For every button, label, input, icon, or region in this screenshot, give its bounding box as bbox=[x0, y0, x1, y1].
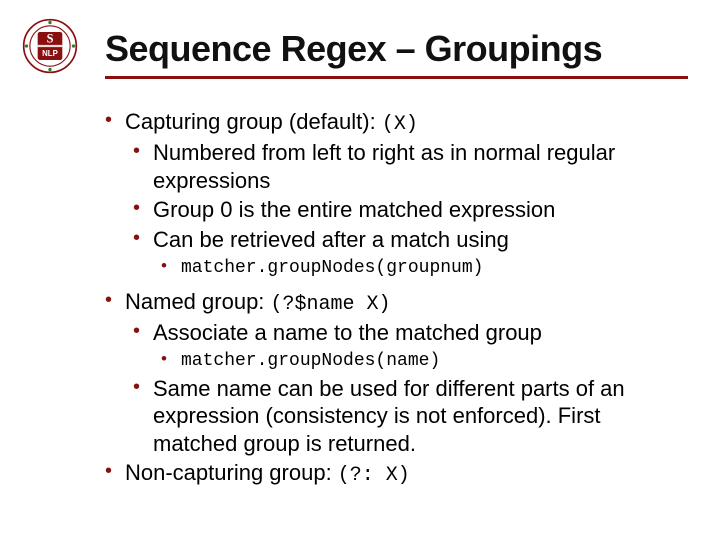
bullet-noncapturing-group: Non-capturing group: (?: X) bbox=[105, 459, 672, 488]
code-named: (?$name X) bbox=[271, 293, 391, 316]
slide-title: Sequence Regex – Groupings bbox=[105, 28, 688, 76]
bullet-assoc-code: matcher.groupNodes(name) bbox=[161, 348, 672, 373]
text-capturing-label: Capturing group (default): bbox=[125, 109, 382, 134]
bullet-capturing-group: Capturing group (default): (X) bbox=[105, 108, 672, 137]
text-named-label: Named group: bbox=[125, 289, 271, 314]
code-groupnodes-num: matcher.groupNodes(groupnum) bbox=[181, 258, 483, 278]
logo-letter-top: S bbox=[47, 32, 54, 46]
slide-body: Capturing group (default): (X) Numbered … bbox=[105, 108, 672, 490]
logo-letter-bottom: NLP bbox=[42, 49, 58, 58]
bullet-named-group: Named group: (?$name X) bbox=[105, 288, 672, 317]
bullet-retrieved-code: matcher.groupNodes(groupnum) bbox=[161, 255, 672, 280]
bullet-samename: Same name can be used for different part… bbox=[133, 375, 672, 458]
bullet-numbered: Numbered from left to right as in normal… bbox=[133, 139, 672, 194]
slide-header: Sequence Regex – Groupings bbox=[105, 28, 688, 79]
code-capturing: (X) bbox=[382, 113, 418, 136]
title-underline bbox=[105, 76, 688, 79]
bullet-group0: Group 0 is the entire matched expression bbox=[133, 196, 672, 224]
code-groupnodes-name: matcher.groupNodes(name) bbox=[181, 351, 440, 371]
text-noncap-label: Non-capturing group: bbox=[125, 460, 338, 485]
bullet-associate: Associate a name to the matched group bbox=[133, 319, 672, 347]
code-noncap: (?: X) bbox=[338, 464, 410, 487]
bullet-retrieved: Can be retrieved after a match using bbox=[133, 226, 672, 254]
stanford-nlp-logo: S NLP bbox=[22, 18, 78, 74]
